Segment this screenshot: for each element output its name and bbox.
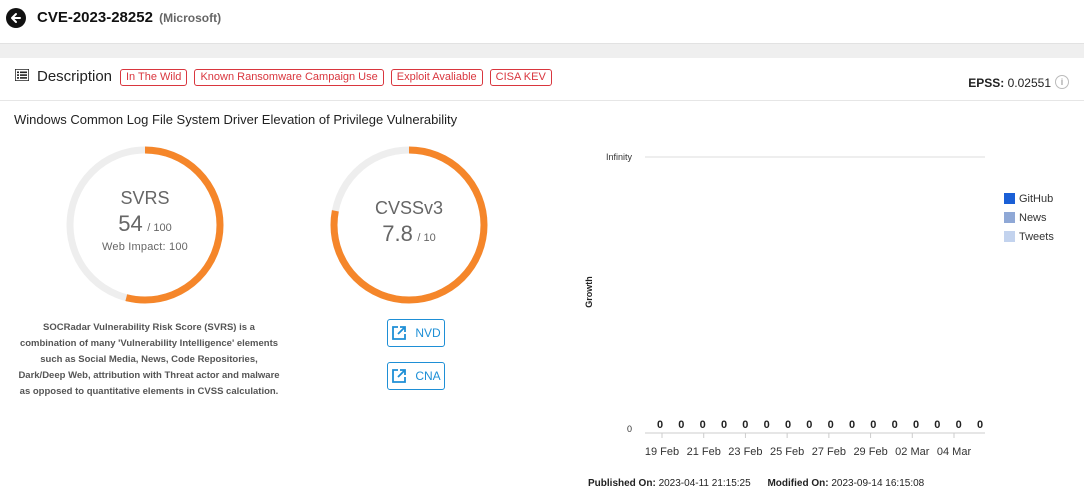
- data-label: 0: [678, 419, 684, 431]
- data-label: 0: [977, 419, 983, 431]
- legend-label-github: GitHub: [1019, 192, 1054, 205]
- data-label: 0: [892, 419, 898, 431]
- legend-label-news: News: [1019, 211, 1047, 224]
- y-tick-label: Infinity: [606, 152, 633, 162]
- data-label: 0: [657, 419, 663, 431]
- x-tick-label: 27 Feb: [812, 446, 846, 458]
- legend-label-tweets: Tweets: [1019, 230, 1054, 243]
- svrs-web-impact: Web Impact: 100: [102, 241, 188, 253]
- modified-value: 2023-09-14 16:15:08: [831, 478, 925, 489]
- info-icon[interactable]: i: [1055, 75, 1069, 89]
- nvd-link-label: NVD: [415, 326, 441, 340]
- data-label: 0: [806, 419, 812, 431]
- tag-exploit-available[interactable]: Exploit Avaliable: [390, 69, 483, 86]
- chart-legend: GitHub News Tweets: [1004, 189, 1054, 246]
- legend-swatch-news: [1004, 212, 1015, 223]
- x-tick-label: 02 Mar: [895, 446, 930, 458]
- external-link-icon: [392, 326, 407, 340]
- legend-item-news[interactable]: News: [1004, 208, 1054, 227]
- cvss-gauge: CVSSv3 7.8 / 10: [328, 144, 490, 306]
- tag-list: In The Wild Known Ransomware Campaign Us…: [120, 69, 552, 86]
- cvss-value: 7.8: [382, 221, 413, 246]
- svrs-max: / 100: [147, 222, 172, 234]
- published-label: Published On:: [588, 478, 656, 489]
- svrs-label: SVRS: [120, 188, 170, 208]
- top-bar: CVE-2023-28252 (Microsoft): [0, 0, 1084, 44]
- data-label: 0: [742, 419, 748, 431]
- description-header: Description In The Wild Known Ransomware…: [0, 58, 1084, 101]
- legend-swatch-github: [1004, 193, 1015, 204]
- cve-vendor: (Microsoft): [159, 11, 222, 25]
- external-link-icon: [392, 369, 407, 383]
- header-gap: [0, 44, 1084, 58]
- data-label: 0: [849, 419, 855, 431]
- back-button[interactable]: [6, 8, 26, 28]
- epss-score: EPSS: 0.02551: [968, 76, 1051, 90]
- data-label: 0: [956, 419, 962, 431]
- tag-in-the-wild[interactable]: In The Wild: [120, 69, 188, 86]
- data-label: 0: [785, 419, 791, 431]
- tag-ransomware[interactable]: Known Ransomware Campaign Use: [194, 69, 384, 86]
- modified-label: Modified On:: [767, 478, 829, 489]
- data-label: 0: [700, 419, 706, 431]
- x-tick-label: 04 Mar: [937, 446, 972, 458]
- cna-link-label: CNA: [415, 369, 441, 383]
- epss-value: 0.02551: [1007, 76, 1051, 90]
- x-tick-label: 23 Feb: [728, 446, 762, 458]
- cve-id: CVE-2023-28252: [37, 9, 153, 26]
- x-tick-label: 19 Feb: [645, 446, 679, 458]
- data-label: 0: [913, 419, 919, 431]
- data-label: 0: [721, 419, 727, 431]
- cvss-max: / 10: [417, 232, 436, 244]
- x-tick-label: 25 Feb: [770, 446, 804, 458]
- svrs-description: SOCRadar Vulnerability Risk Score (SVRS)…: [18, 322, 280, 397]
- vulnerability-title: Windows Common Log File System Driver El…: [14, 112, 458, 127]
- growth-chart: Infinity 0 Growth 0 0 0 0 0 0 0 0 0 0 0 0 0 0 0 0 19 Feb 21 …: [584, 152, 985, 458]
- legend-swatch-tweets: [1004, 231, 1015, 242]
- legend-item-github[interactable]: GitHub: [1004, 189, 1054, 208]
- cvss-label: CVSSv3: [374, 198, 444, 218]
- x-tick-label: 29 Feb: [853, 446, 887, 458]
- arrow-left-icon: [11, 13, 21, 23]
- description-title: Description: [37, 68, 113, 85]
- svrs-value: 54: [118, 211, 143, 236]
- dates-footer: Published On: 2023-04-11 21:15:25 Modifi…: [588, 478, 924, 489]
- cna-link-button[interactable]: CNA: [387, 362, 445, 390]
- data-label: 0: [764, 419, 770, 431]
- data-label: 0: [870, 419, 876, 431]
- page-title: CVE-2023-28252 (Microsoft): [37, 9, 221, 26]
- legend-item-tweets[interactable]: Tweets: [1004, 227, 1054, 246]
- data-label: 0: [934, 419, 940, 431]
- x-tick-label: 21 Feb: [687, 446, 721, 458]
- y-tick-label: 0: [627, 424, 632, 434]
- list-icon: [15, 69, 29, 81]
- data-label: 0: [828, 419, 834, 431]
- tag-cisa-kev[interactable]: CISA KEV: [489, 69, 552, 86]
- epss-label: EPSS:: [968, 76, 1005, 90]
- published-value: 2023-04-11 21:15:25: [658, 478, 751, 489]
- y-axis-label: Growth: [584, 276, 594, 308]
- nvd-link-button[interactable]: NVD: [387, 319, 445, 347]
- svrs-gauge: SVRS 54 / 100 Web Impact: 100: [64, 144, 226, 306]
